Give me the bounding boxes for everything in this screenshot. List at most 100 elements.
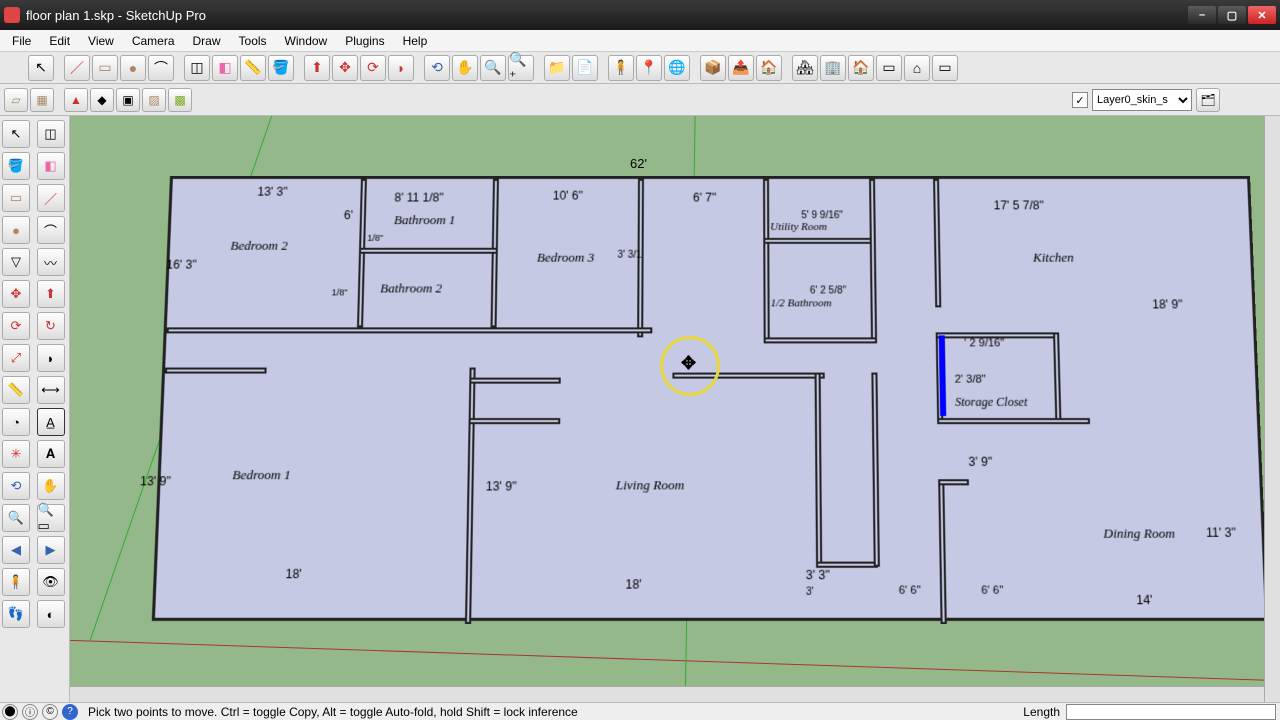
vertical-scrollbar[interactable] [1264, 116, 1280, 702]
person-icon[interactable]: 🧍 [608, 55, 634, 81]
box2-icon[interactable]: ⌂ [904, 55, 930, 81]
text-icon[interactable]: A̲ [37, 408, 65, 436]
rotate-icon[interactable]: ⟳ [2, 312, 30, 340]
layer-manager-icon[interactable]: 🗂 [1196, 88, 1220, 112]
paint-icon[interactable]: 🪣 [2, 152, 30, 180]
circle-tool-icon[interactable]: ● [120, 55, 146, 81]
scale-icon[interactable]: ⤢ [2, 344, 30, 372]
dim: 1/8" [367, 233, 383, 243]
dim: 1/8" [332, 287, 348, 297]
next-icon[interactable]: ▶ [37, 536, 65, 564]
pan-icon[interactable]: ✋ [37, 472, 65, 500]
dim: 3' 3/1 [617, 250, 641, 261]
zoom-extents-icon[interactable]: 🔍⁺ [508, 55, 534, 81]
menu-view[interactable]: View [80, 32, 122, 50]
dimension-icon[interactable]: ⟷ [37, 376, 65, 404]
rectangle-tool-icon[interactable]: ▭ [92, 55, 118, 81]
layer-dropdown[interactable]: Layer0_skin_s [1092, 89, 1192, 111]
sandbox-scratch-icon[interactable]: ▦ [30, 88, 54, 112]
select-tool-icon[interactable]: ↖ [28, 55, 54, 81]
menu-help[interactable]: Help [395, 32, 436, 50]
menu-window[interactable]: Window [277, 32, 336, 50]
polygon-icon[interactable]: ▽ [2, 248, 30, 276]
axes-icon[interactable]: ✳ [2, 440, 30, 468]
menu-camera[interactable]: Camera [124, 32, 183, 50]
line-icon[interactable]: ／ [37, 184, 65, 212]
arc-tool-icon[interactable]: ⌒ [148, 55, 174, 81]
menu-file[interactable]: File [4, 32, 39, 50]
app-icon [4, 7, 20, 23]
building-icon[interactable]: 🏢 [820, 55, 846, 81]
menu-tools[interactable]: Tools [231, 32, 275, 50]
stamp-icon[interactable]: ◆ [90, 88, 114, 112]
move-tool-icon[interactable]: ✥ [332, 55, 358, 81]
position-camera-icon[interactable]: 🧍 [2, 568, 30, 596]
offset-icon[interactable]: ◗ [37, 344, 65, 372]
freehand-icon[interactable]: 〰 [37, 248, 65, 276]
maximize-button[interactable]: ▢ [1218, 6, 1246, 24]
close-button[interactable]: ✕ [1248, 6, 1276, 24]
zoom-icon[interactable]: 🔍 [2, 504, 30, 532]
eraser-icon[interactable]: ◧ [37, 152, 65, 180]
drape-icon[interactable]: ▣ [116, 88, 140, 112]
warehouse-share-icon[interactable]: 📤 [728, 55, 754, 81]
smoove-icon[interactable]: ▲ [64, 88, 88, 112]
eraser-tool-icon[interactable]: ◧ [212, 55, 238, 81]
zoom-tool-icon[interactable]: 🔍 [480, 55, 506, 81]
credits-icon[interactable]: ⓘ [22, 704, 38, 720]
box1-icon[interactable]: ▭ [876, 55, 902, 81]
claim-credit-icon[interactable]: © [42, 704, 58, 720]
make-component-icon[interactable]: ◫ [184, 55, 210, 81]
floor-plan[interactable]: Bedroom 2 Bathroom 1 Bathroom 2 Bedroom … [152, 176, 1268, 621]
menu-draw[interactable]: Draw [185, 32, 229, 50]
prev-icon[interactable]: ◀ [2, 536, 30, 564]
protractor-icon[interactable]: ◔ [2, 408, 30, 436]
help-icon[interactable]: ? [62, 704, 78, 720]
horizontal-scrollbar[interactable] [70, 686, 1264, 702]
select-icon[interactable]: ↖ [2, 120, 30, 148]
orbit-tool-icon[interactable]: ⟲ [424, 55, 450, 81]
viewport[interactable]: 62' 30' [70, 116, 1280, 702]
get-location-icon[interactable]: 📁 [544, 55, 570, 81]
line-tool-icon[interactable]: ／ [64, 55, 90, 81]
move-icon[interactable]: ✥ [2, 280, 30, 308]
box3-icon[interactable]: ▭ [932, 55, 958, 81]
offset-tool-icon[interactable]: ◗ [388, 55, 414, 81]
paint-bucket-icon[interactable]: 🪣 [268, 55, 294, 81]
add-detail-icon[interactable]: ▨ [142, 88, 166, 112]
push-pull-icon[interactable]: ⬆ [304, 55, 330, 81]
flip-edge-icon[interactable]: ▩ [168, 88, 192, 112]
rotate-tool-icon[interactable]: ⟳ [360, 55, 386, 81]
tape-icon[interactable]: 📏 [2, 376, 30, 404]
menu-plugins[interactable]: Plugins [337, 32, 392, 50]
arc-icon[interactable]: ⌒ [37, 216, 65, 244]
orbit-icon[interactable]: ⟲ [2, 472, 30, 500]
section-icon[interactable]: ◐ [37, 600, 65, 628]
measurement-input[interactable] [1066, 704, 1276, 720]
warehouse-get-icon[interactable]: 📦 [700, 55, 726, 81]
pan-tool-icon[interactable]: ✋ [452, 55, 478, 81]
extension-icon[interactable]: 🏠 [756, 55, 782, 81]
pin-icon[interactable]: 📍 [636, 55, 662, 81]
pushpull-icon[interactable]: ⬆ [37, 280, 65, 308]
zoomwin-icon[interactable]: 🔍▭ [37, 504, 65, 532]
sandbox-contours-icon[interactable]: ▱ [4, 88, 28, 112]
geo-location-icon[interactable]: ⬤ [2, 704, 18, 720]
label-storage: Storage Closet [955, 395, 1028, 410]
house-icon[interactable]: 🏠 [848, 55, 874, 81]
menu-edit[interactable]: Edit [41, 32, 78, 50]
circle-icon[interactable]: ● [2, 216, 30, 244]
model-info-icon[interactable]: 🏘 [792, 55, 818, 81]
look-around-icon[interactable]: 👁 [37, 568, 65, 596]
add-imagery-icon[interactable]: 📄 [572, 55, 598, 81]
3dtext-icon[interactable]: 𝐀 [37, 440, 65, 468]
rect-icon[interactable]: ▭ [2, 184, 30, 212]
globe-icon[interactable]: 🌐 [664, 55, 690, 81]
layer-visible-checkbox[interactable]: ✓ [1072, 92, 1088, 108]
walk-icon[interactable]: 👣 [2, 600, 30, 628]
minimize-button[interactable]: – [1188, 6, 1216, 24]
tape-measure-icon[interactable]: 📏 [240, 55, 266, 81]
followme-icon[interactable]: ↻ [37, 312, 65, 340]
selected-edge[interactable] [939, 335, 946, 416]
component-icon[interactable]: ◫ [37, 120, 65, 148]
